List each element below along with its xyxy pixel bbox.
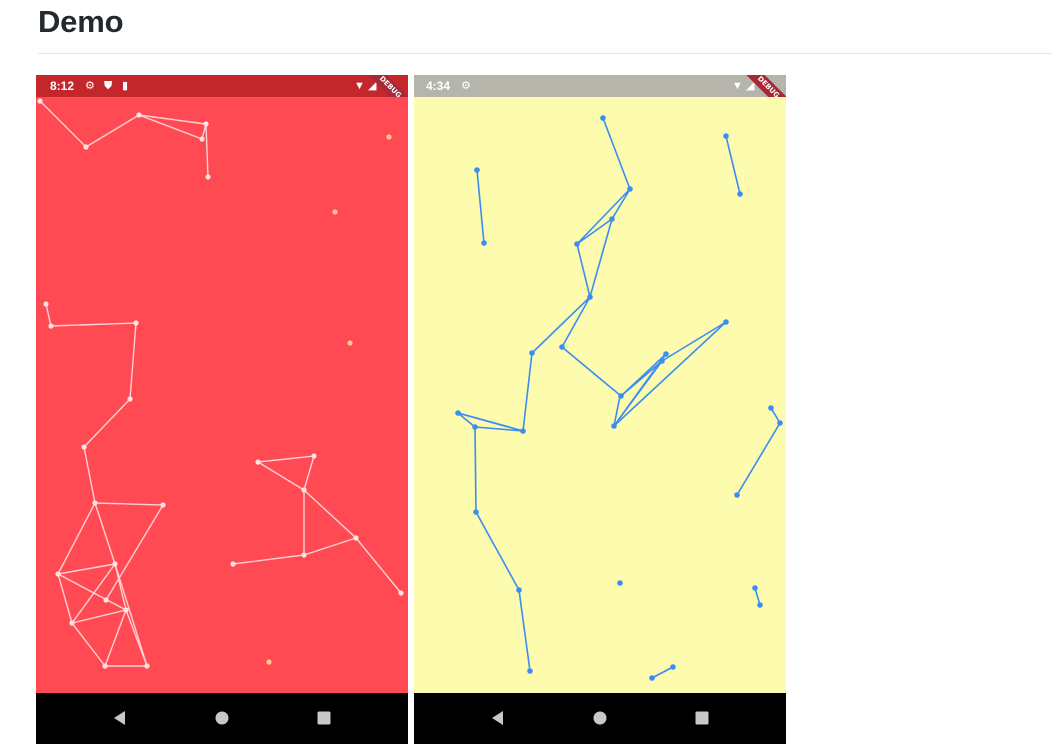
page-title: Demo [38,4,124,39]
status-bar: 4:34 ⚙ ▼ ◢ ▮ DEBUG [414,75,786,121]
recents-button[interactable] [313,707,335,729]
status-time: 8:12 [50,79,75,93]
constellation-canvas[interactable] [414,97,786,693]
particle-network-red [37,98,404,669]
title-divider [38,53,1052,54]
particle-network-blue [455,115,783,681]
wifi-icon: ▼ [732,80,743,92]
home-button[interactable] [211,707,233,729]
android-nav-bar [36,693,408,744]
constellation-canvas[interactable] [36,97,408,693]
status-time: 4:34 [426,79,451,93]
sd-card-icon: ▮ [122,80,129,92]
phone-screenshot-yellow: 4:34 ⚙ ▼ ◢ ▮ DEBUG [414,75,786,744]
home-button[interactable] [589,707,611,729]
gear-icon: ⚙ [85,80,95,92]
wifi-icon: ▼ [354,80,365,92]
recents-button[interactable] [691,707,713,729]
status-bar: 8:12 ⚙ ⛊ ▮ ▼ ◢ ▮ DEBUG [36,75,408,121]
shield-icon: ⛊ [104,80,113,92]
gear-icon: ⚙ [461,80,471,92]
back-button[interactable] [109,707,131,729]
android-nav-bar [414,693,786,744]
phone-screenshot-red: 8:12 ⚙ ⛊ ▮ ▼ ◢ ▮ DEBUG [36,75,408,744]
back-button[interactable] [487,707,509,729]
